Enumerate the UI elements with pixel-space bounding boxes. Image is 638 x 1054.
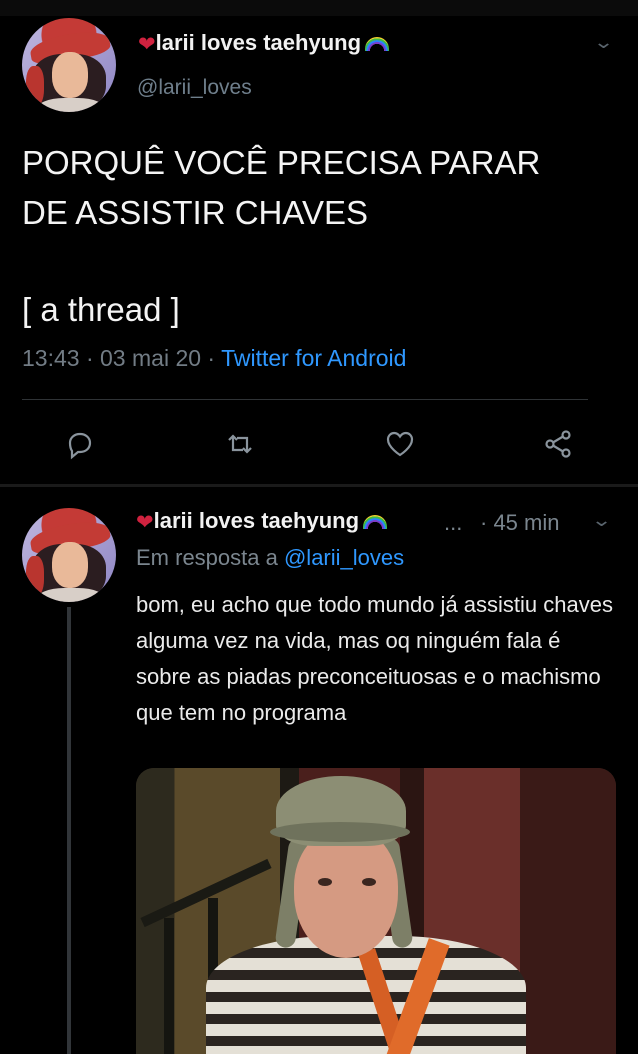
tweet-text-line: [ a thread ] [22,291,180,328]
tweet-time[interactable]: 13:43 [22,345,80,371]
like-icon [386,431,414,457]
like-button[interactable] [376,420,424,468]
avatar[interactable] [22,508,116,602]
tweet-separator [0,484,638,487]
thread-line [67,607,71,1054]
tweet-image[interactable] [136,768,616,1054]
reply-icon [68,432,92,460]
ellipsis: ... [444,510,463,535]
avatar[interactable] [22,18,116,112]
reply-text: bom, eu acho que todo mundo já assistiu … [136,592,613,725]
rainbow-icon [363,515,388,529]
retweet-icon [228,434,252,454]
chevron-down-icon[interactable]: ⌄ [593,32,614,53]
in-reply-handle[interactable]: @larii_loves [284,545,404,570]
rainbow-icon [365,37,390,51]
retweet-button[interactable] [216,420,264,468]
tweet-text-line: DE ASSISTIR CHAVES [22,194,368,231]
heart-icon: ❤ [136,511,154,534]
reply-author-name[interactable]: ❤larii loves taehyung [136,508,388,534]
author-handle[interactable]: @larii_loves [137,76,252,100]
in-reply-to: Em resposta a @larii_loves [136,545,405,570]
heart-icon: ❤ [138,33,156,56]
share-icon [545,430,571,458]
tweet-source[interactable]: Twitter for Android [221,345,406,371]
reply-button[interactable] [56,420,104,468]
chevron-down-icon[interactable]: ⌄ [591,510,612,531]
tweet-date[interactable]: 03 mai 20 [100,345,201,371]
top-edge [0,0,638,16]
author-name[interactable]: ❤larii loves taehyung [138,30,390,56]
reply-time[interactable]: · 45 min [480,510,559,536]
share-button[interactable] [534,420,582,468]
divider [22,399,588,400]
tweet-meta: 13:43 · 03 mai 20 · Twitter for Android [22,345,407,371]
tweet-text-line: PORQUÊ VOCÊ PRECISA PARAR [22,144,541,181]
